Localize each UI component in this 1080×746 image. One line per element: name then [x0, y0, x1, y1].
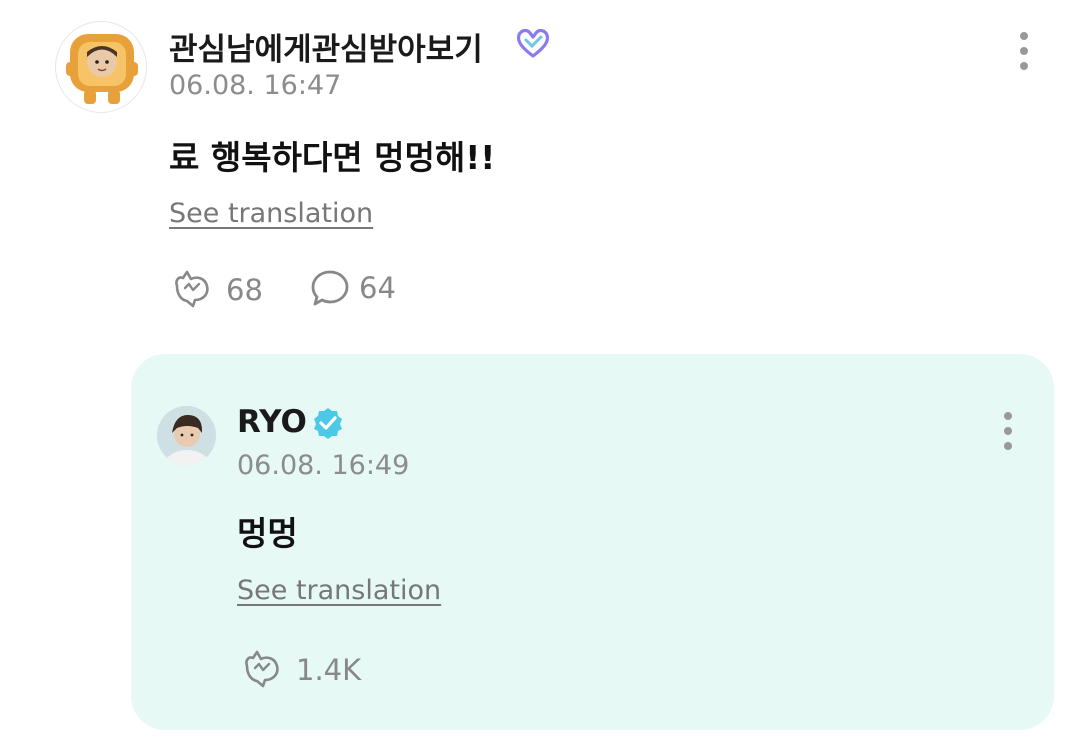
like-button[interactable]: 68	[169, 268, 263, 312]
see-translation-link[interactable]: See translation	[169, 198, 373, 229]
comment-bubble-icon	[311, 270, 349, 306]
like-count: 1.4K	[296, 653, 362, 687]
author-name[interactable]: 관심남에게관심받아보기	[169, 24, 483, 69]
heart-badge-icon	[516, 28, 550, 58]
like-icon	[175, 270, 209, 308]
artist-reply-card: RYO 06.08. 16:49 멍멍 See translation 1.4K	[131, 354, 1054, 730]
comment-count: 64	[359, 271, 396, 305]
user-avatar[interactable]	[55, 21, 147, 113]
artist-name[interactable]: RYO	[237, 404, 307, 440]
post-text: 료 행복하다면 멍멍해!!	[169, 138, 496, 177]
artist-avatar[interactable]	[157, 406, 216, 465]
like-icon	[245, 650, 279, 688]
like-button[interactable]: 1.4K	[239, 648, 361, 692]
more-options-icon[interactable]	[988, 408, 1028, 454]
more-options-icon[interactable]	[1004, 28, 1044, 74]
artist-photo	[157, 406, 216, 465]
toast-avatar-image	[66, 34, 138, 104]
post-card: 관심남에게관심받아보기 06.08. 16:47 료 행복하다면 멍멍해!! S…	[0, 0, 1080, 340]
reply-timestamp: 06.08. 16:49	[237, 450, 410, 481]
post-timestamp: 06.08. 16:47	[169, 70, 342, 101]
like-count: 68	[226, 273, 263, 307]
comment-button[interactable]: 64	[310, 268, 396, 308]
see-translation-link[interactable]: See translation	[237, 575, 441, 606]
reply-text: 멍멍	[237, 514, 298, 553]
verified-check-icon	[314, 408, 342, 439]
